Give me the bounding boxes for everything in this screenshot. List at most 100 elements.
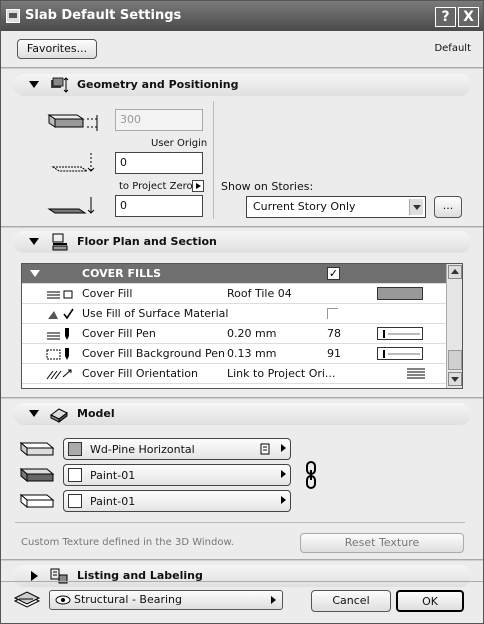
stories-select[interactable]: Current Story Only [246, 196, 426, 218]
divider [1, 559, 483, 561]
window-title: Slab Default Settings [25, 8, 182, 23]
chevron-right-icon [281, 496, 286, 504]
scroll-thumb[interactable] [448, 350, 462, 370]
stories-more-button[interactable]: ... [434, 196, 462, 218]
stories-select-value: Current Story Only [253, 200, 356, 213]
layers-icon [13, 591, 41, 608]
row-label: Cover Fill Pen [82, 327, 156, 340]
to-project-zero-label: to Project Zero [119, 181, 193, 192]
app-icon [6, 9, 20, 23]
row-value: 0.13 mm [227, 347, 277, 360]
collapse-triangle-icon[interactable] [29, 238, 39, 245]
geometry-icon [51, 77, 69, 93]
material-label: Paint-01 [90, 469, 136, 482]
cover-fills-checkbox[interactable]: ✓ [327, 267, 340, 280]
scroll-up-button[interactable] [448, 265, 462, 279]
hatch-lines-icon [407, 368, 425, 379]
model-icon [50, 408, 68, 423]
collapse-triangle-icon[interactable] [29, 410, 39, 417]
material-edge-select[interactable]: Paint-01 [63, 464, 291, 486]
material-bottom-select[interactable]: Paint-01 [63, 490, 291, 512]
table-row[interactable]: Cover Fill Roof Tile 04 [22, 284, 446, 304]
thickness-field[interactable]: 300 [115, 109, 203, 131]
section-floor-plan[interactable]: Floor Plan and Section [13, 231, 471, 253]
row-number: 91 [327, 347, 341, 360]
material-top-select[interactable]: Wd-Pine Horizontal [63, 438, 291, 460]
section-geometry[interactable]: Geometry and Positioning [13, 74, 471, 96]
pen-swatch[interactable] [377, 327, 423, 340]
offset-icon [51, 153, 95, 172]
divider [1, 581, 483, 582]
reference-popup-button[interactable] [192, 180, 204, 192]
section-title: Floor Plan and Section [77, 235, 217, 248]
chevron-down-icon [409, 199, 423, 215]
collapse-triangle-icon[interactable] [30, 270, 40, 277]
row-label: Cover Fill [82, 287, 133, 300]
row-label: Cover Fill Orientation [82, 367, 198, 380]
custom-texture-text: Custom Texture defined in the 3D Window. [21, 537, 234, 548]
material-chip [68, 494, 82, 508]
table-row[interactable]: Cover Fill Orientation Link to Project O… [22, 364, 446, 384]
divider [1, 226, 483, 228]
slab-thickness-icon [47, 114, 99, 131]
eye-icon [55, 595, 71, 605]
default-label: Default [434, 43, 471, 54]
table-row[interactable]: Cover Fill Background Pen 0.13 mm 91 [22, 344, 446, 364]
material-chip [68, 442, 82, 456]
material-label: Paint-01 [90, 495, 136, 508]
surface-material-checkbox[interactable] [327, 308, 338, 319]
favorites-button[interactable]: Favorites... [17, 39, 97, 59]
fill-swatch[interactable] [377, 287, 423, 300]
show-on-stories-label: Show on Stories: [221, 180, 314, 193]
separator-line [15, 522, 465, 523]
table-scrollbar[interactable] [446, 264, 462, 388]
floor-plan-icon [52, 233, 68, 251]
table-row[interactable]: Use Fill of Surface Material [22, 304, 446, 324]
section-title: Geometry and Positioning [77, 78, 239, 91]
chevron-right-icon [271, 596, 276, 604]
document-icon [260, 443, 270, 455]
separator-line [213, 101, 214, 219]
chevron-right-icon [281, 470, 286, 478]
table-header-row[interactable]: COVER FILLS ✓ [22, 264, 446, 284]
user-origin-label: User Origin [151, 138, 208, 149]
background-pen-icon [46, 348, 69, 360]
cancel-button[interactable]: Cancel [311, 590, 391, 612]
row-label: Cover Fill Background Pen [82, 347, 225, 360]
expand-triangle-icon[interactable] [31, 571, 38, 581]
ok-button[interactable]: OK [396, 590, 464, 612]
edge-surface-icon [19, 467, 55, 483]
table-row[interactable]: Cover Fill Pen 0.20 mm 78 [22, 324, 446, 344]
surface-material-check-icon [48, 308, 74, 320]
material-label: Wd-Pine Horizontal [90, 443, 195, 456]
chain-link-icon[interactable] [304, 461, 318, 489]
title-bar: Slab Default Settings ? X [1, 1, 483, 31]
pen-icon [47, 328, 69, 340]
collapse-triangle-icon[interactable] [29, 81, 39, 88]
chevron-right-icon [281, 444, 286, 452]
cover-fills-table: COVER FILLS ✓ Cover Fill Roof Tile 04 Us… [21, 263, 463, 389]
section-listing[interactable]: Listing and Labeling [13, 565, 471, 587]
section-title: Model [77, 407, 115, 420]
help-button[interactable]: ? [435, 7, 456, 27]
layer-select[interactable]: Structural - Bearing [49, 590, 283, 610]
bottom-surface-icon [19, 493, 55, 509]
divider [1, 67, 483, 69]
layer-select-value: Structural - Bearing [74, 593, 182, 606]
divider [1, 397, 483, 399]
elevation-field[interactable]: 0 [115, 195, 203, 217]
elevation-icon [47, 197, 95, 214]
offset-field[interactable]: 0 [115, 152, 203, 174]
reset-texture-button[interactable]: Reset Texture [300, 533, 464, 553]
dialog-window: Slab Default Settings ? X Favorites... D… [0, 0, 484, 624]
scroll-down-button[interactable] [448, 372, 462, 386]
section-model[interactable]: Model [13, 403, 471, 425]
top-surface-icon [19, 441, 55, 457]
close-button[interactable]: X [458, 7, 479, 27]
row-label: Use Fill of Surface Material [82, 307, 229, 320]
cover-fill-icon [47, 290, 73, 299]
material-chip [68, 468, 82, 482]
header-label: COVER FILLS [82, 267, 162, 280]
pen-swatch[interactable] [377, 347, 423, 360]
row-number: 78 [327, 327, 341, 340]
